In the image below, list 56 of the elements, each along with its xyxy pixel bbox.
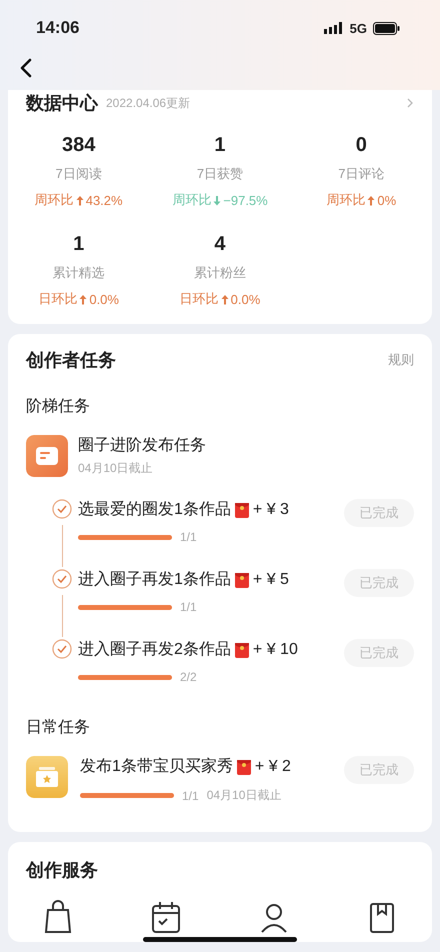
progress-count: 1/1: [180, 600, 197, 614]
stat-value: 1: [73, 233, 84, 256]
compare-label: 日环比: [38, 290, 78, 308]
envelope-icon: [236, 758, 251, 774]
change-value: 0.0%: [89, 292, 119, 306]
stat-label: 7日评论: [338, 165, 384, 183]
progress-count: 2/2: [180, 670, 197, 684]
completed-button[interactable]: 已完成: [344, 499, 414, 527]
reward-amount: + ¥ 10: [252, 640, 298, 658]
battery-icon: [373, 22, 400, 34]
subsection-title: 日常任务: [26, 718, 91, 738]
section-title: 创作者任务: [26, 349, 116, 372]
message-icon: [26, 435, 68, 477]
task-group-title: 圈子进阶发布任务: [78, 436, 206, 456]
stat-label: 7日获赞: [196, 165, 244, 183]
compare-label: 日环比: [180, 290, 219, 308]
change-value: 0.0%: [230, 292, 260, 306]
stat-label: 7日阅读: [56, 165, 102, 183]
task-title: 进入圈子再发1条作品: [78, 570, 231, 590]
update-date: 2022.04.06更新: [106, 94, 192, 112]
deadline-text: 04月10日截止: [78, 460, 154, 477]
compare-label: 周环比: [34, 191, 74, 209]
task-title: 进入圈子再发2条作品: [78, 640, 231, 660]
completed-button[interactable]: 已完成: [344, 639, 414, 667]
envelope-icon: [234, 502, 249, 518]
stat-label: 累计精选: [52, 264, 105, 282]
rules-link[interactable]: 规则: [388, 351, 414, 369]
stat-label: 累计粉丝: [194, 264, 246, 282]
section-title: 数据中心: [26, 92, 98, 115]
reward-amount: + ¥ 3: [252, 500, 289, 518]
completed-button[interactable]: 已完成: [344, 569, 414, 597]
signal-icon: [324, 22, 344, 34]
gift-box-icon: [26, 756, 68, 798]
reward-amount: + ¥ 5: [252, 570, 289, 588]
reward-amount: + ¥ 2: [254, 758, 291, 776]
compare-label: 周环比: [172, 191, 212, 209]
change-value: 43.2%: [86, 192, 123, 208]
task-title: 发布1条带宝贝买家秀: [80, 756, 233, 777]
progress-count: 1/1: [182, 788, 199, 802]
progress-count: 1/1: [180, 530, 197, 544]
subsection-title: 阶梯任务: [26, 397, 91, 417]
completed-button[interactable]: 已完成: [344, 756, 414, 784]
stat-value: 1: [214, 134, 226, 157]
stat-value: 384: [62, 134, 96, 157]
stat-value: 0: [356, 134, 367, 157]
change-value: 0%: [377, 192, 396, 208]
task-title: 选最爱的圈发1条作品: [78, 500, 231, 520]
compare-label: 周环比: [326, 191, 366, 209]
deadline-text: 04月10日截止: [206, 787, 282, 804]
stat-value: 4: [214, 233, 226, 256]
network-label: 5G: [350, 20, 367, 36]
section-title: 创作服务: [26, 859, 99, 882]
status-time: 14:06: [36, 18, 80, 38]
envelope-icon: [234, 642, 249, 658]
envelope-icon: [234, 572, 249, 588]
change-value: −97.5%: [223, 192, 268, 208]
